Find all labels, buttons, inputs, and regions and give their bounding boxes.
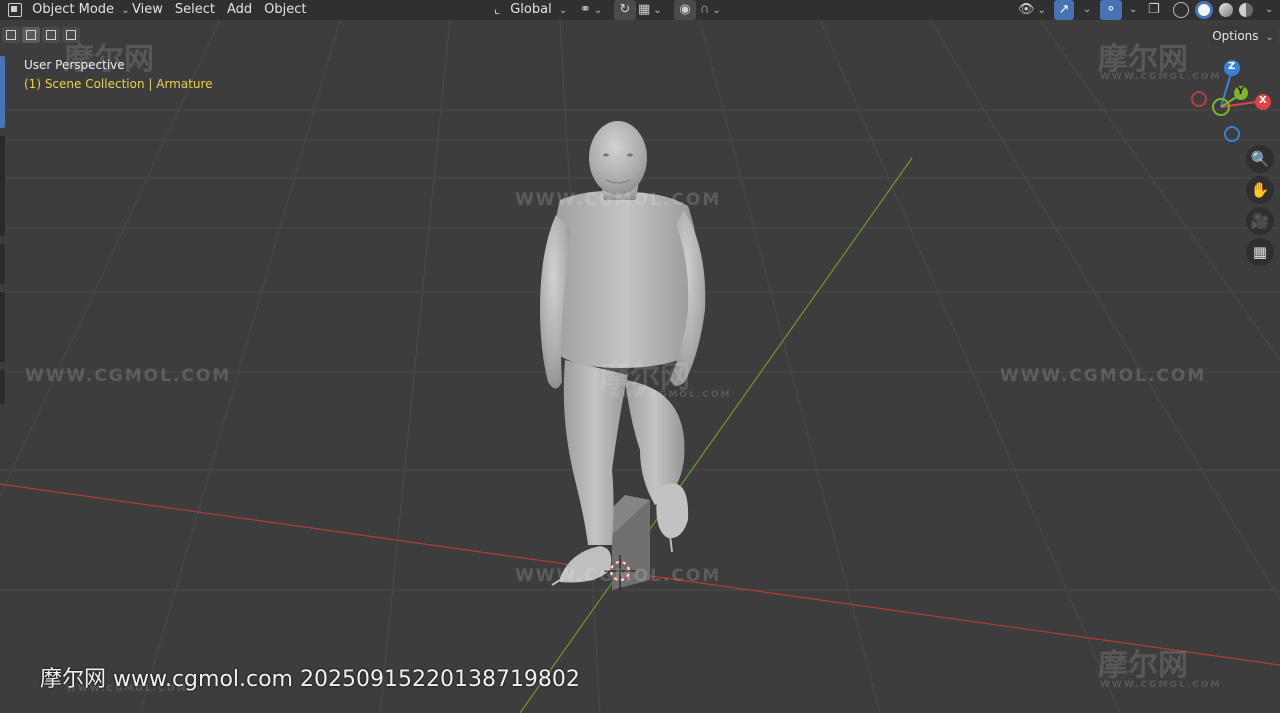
- snap-toggle[interactable]: ↻: [614, 0, 636, 20]
- camera-icon[interactable]: 🎥: [1246, 207, 1274, 235]
- active-tool-tab[interactable]: [0, 56, 5, 128]
- shading-modes: [1172, 0, 1254, 20]
- visibility-dropdown[interactable]: 👁 ⌄: [1018, 0, 1046, 20]
- proportional-edit-toggle[interactable]: ◉: [674, 0, 696, 20]
- rendered-shading-icon[interactable]: [1239, 2, 1254, 17]
- snap-target-dropdown[interactable]: ▦ ⌄: [638, 0, 662, 20]
- falloff-icon: ∩: [700, 2, 710, 17]
- chevron-down-icon: ⌄: [712, 5, 721, 16]
- view-perspective-label: User Perspective: [24, 58, 125, 72]
- options-button[interactable]: Options ⌄: [1209, 26, 1277, 46]
- watermark-logo-sub: WWW.CGMOL.COM: [1100, 72, 1222, 82]
- chevron-down-icon: ⌄: [558, 5, 568, 16]
- chevron-down-icon[interactable]: ⌄: [1129, 0, 1137, 20]
- chevron-down-icon[interactable]: ⌄: [1083, 0, 1091, 20]
- visibility-icon: 👁: [1018, 2, 1035, 17]
- transform-orientation-label: Global: [510, 2, 552, 17]
- gizmo-y-label[interactable]: Y: [1237, 86, 1244, 97]
- xray-toggle[interactable]: ❐: [1148, 0, 1160, 20]
- chevron-down-icon: ⌄: [653, 5, 662, 16]
- menu-select[interactable]: Select: [169, 0, 221, 20]
- toolbar-strip[interactable]: [0, 56, 5, 404]
- mode-selector[interactable]: Object Mode ⌄: [8, 0, 130, 20]
- gizmo-x-label[interactable]: X: [1259, 95, 1267, 106]
- snap-target-icon: ▦: [638, 2, 651, 17]
- active-collection-label: (1) Scene Collection | Armature: [24, 77, 213, 91]
- tool-tab[interactable]: [0, 244, 5, 284]
- select-invert-icon[interactable]: [62, 27, 80, 43]
- overlay-toggle[interactable]: ⚬: [1100, 0, 1122, 20]
- snap-icon: ↻: [619, 2, 631, 17]
- pivot-dropdown[interactable]: ⚭ ⌄: [580, 0, 602, 20]
- tool-tab[interactable]: [0, 370, 5, 404]
- menu-add[interactable]: Add: [221, 0, 258, 20]
- chevron-down-icon[interactable]: ⌄: [1265, 0, 1273, 20]
- select-extend-icon[interactable]: [22, 27, 40, 43]
- viewport-header: Object Mode ⌄ View Select Add Object ⌞ G…: [0, 0, 1280, 20]
- gizmo-icon: ↗: [1058, 2, 1070, 17]
- chevron-down-icon: ⌄: [1037, 5, 1046, 16]
- transform-orientation-dropdown[interactable]: ⌞ Global ⌄: [494, 0, 567, 20]
- watermark-text: WWW.CGMOL.COM: [515, 190, 722, 210]
- watermark-logo-sub: WWW.CGMOL.COM: [1100, 680, 1222, 690]
- tool-tab[interactable]: [0, 136, 5, 236]
- select-subtract-icon[interactable]: [42, 27, 60, 43]
- gizmo-toggle[interactable]: ↗: [1054, 0, 1074, 20]
- menu-object[interactable]: Object: [258, 0, 312, 20]
- material-shading-icon[interactable]: [1219, 2, 1234, 17]
- falloff-dropdown[interactable]: ∩ ⌄: [700, 0, 721, 20]
- gizmo-z-label[interactable]: Z: [1228, 61, 1235, 72]
- transform-orientation-icon: ⌞: [494, 2, 501, 17]
- pivot-icon: ⚭: [580, 2, 591, 17]
- zoom-icon[interactable]: 🔍: [1246, 145, 1274, 173]
- chevron-down-icon: ⌄: [593, 5, 603, 16]
- select-new-icon[interactable]: [2, 27, 20, 43]
- tool-tab[interactable]: [0, 292, 5, 362]
- object-mode-icon: [8, 2, 22, 17]
- mode-label: Object Mode: [32, 2, 115, 17]
- overlay-icon: ⚬: [1105, 2, 1117, 17]
- wireframe-shading-icon[interactable]: [1173, 1, 1189, 18]
- solid-shading-icon[interactable]: [1195, 0, 1214, 19]
- xray-icon: ❐: [1148, 2, 1160, 17]
- chevron-down-icon: ⌄: [1265, 32, 1274, 43]
- watermark-logo-sub: WWW.CGMOL.COM: [610, 390, 732, 400]
- options-label: Options: [1212, 29, 1259, 43]
- watermark-text: WWW.CGMOL.COM: [25, 366, 232, 386]
- watermark-text: WWW.CGMOL.COM: [1000, 366, 1207, 386]
- watermark-text: WWW.CGMOL.COM: [515, 566, 722, 586]
- proportional-edit-icon: ◉: [679, 2, 691, 17]
- footer-watermark: 摩尔网 www.cgmol.com 20250915220138719802: [40, 667, 580, 692]
- hand-pan-icon[interactable]: ✋: [1246, 176, 1274, 204]
- select-mode-buttons: [0, 27, 80, 45]
- grid-view-icon[interactable]: ▦: [1246, 238, 1274, 266]
- watermark-logo: 摩尔网: [1098, 648, 1188, 683]
- header-menus: View Select Add Object: [126, 0, 312, 20]
- menu-view[interactable]: View: [126, 0, 169, 20]
